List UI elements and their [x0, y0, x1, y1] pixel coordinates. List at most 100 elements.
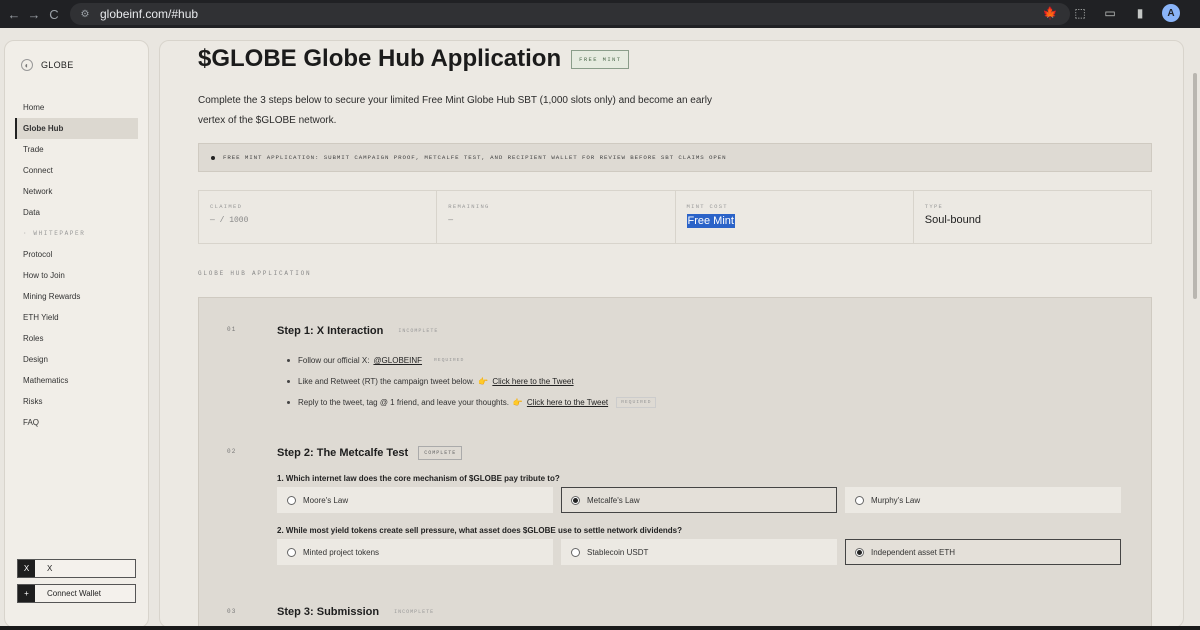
radio-selected-icon[interactable]: [571, 495, 580, 505]
intro-text: Complete the 3 steps below to secure you…: [198, 95, 712, 126]
task-text: Like and Retweet (RT) the campaign tweet…: [298, 377, 475, 386]
stat-label: REMAINING: [448, 203, 490, 210]
bullet-dot-icon: [287, 380, 290, 383]
option-moores-law[interactable]: Moore's Law: [277, 487, 553, 513]
status-badge: INCOMPLETE: [398, 328, 439, 334]
option-label: Murphy's Law: [871, 495, 921, 505]
stat-remaining: REMAINING —: [437, 191, 676, 243]
sidebar-item-data[interactable]: Data: [15, 202, 138, 223]
x-logo-icon: X: [18, 560, 35, 577]
tweet-link[interactable]: Click here to the Tweet: [492, 377, 573, 386]
radio-icon[interactable]: [855, 495, 864, 505]
step-title: Step 2: The Metcalfe Test: [277, 447, 409, 459]
taskbar-edge: [0, 626, 1200, 630]
required-tag: REQUIRED: [434, 358, 465, 363]
step-1-tasks: Follow our official X: @GLOBEINF REQUIRE…: [287, 350, 657, 413]
connect-wallet-button[interactable]: + Connect Wallet: [17, 584, 136, 603]
sidebar-item-trade[interactable]: Trade: [15, 139, 138, 160]
sidebar-item-globe-hub[interactable]: Globe Hub: [15, 118, 138, 139]
task-retweet: Like and Retweet (RT) the campaign tweet…: [287, 371, 656, 392]
stat-label: CLAIMED: [210, 203, 243, 210]
required-tag: REQUIRED: [616, 397, 657, 408]
maple-leaf-extension-icon[interactable]: 🍁: [1042, 5, 1058, 21]
question-1-options: Moore's Law Metcalfe's Law Murphy's Law: [277, 487, 1121, 513]
notice-text: FREE MINT APPLICATION: SUBMIT CAMPAIGN P…: [223, 154, 727, 161]
section-label: GLOBE HUB APPLICATION: [198, 270, 312, 277]
extension-area: 🍁 ⬚ ▭ ▮ A: [1042, 4, 1180, 22]
option-label: Moore's Law: [303, 495, 349, 505]
status-badge: INCOMPLETE: [394, 609, 435, 615]
page-title: $GLOBE Globe Hub Application: [198, 45, 562, 72]
application-panel: 01 Step 1: X Interaction INCOMPLETE Foll…: [198, 297, 1152, 626]
step-title: Step 1: X Interaction: [277, 325, 384, 337]
sidebar-item-connect[interactable]: Connect: [15, 160, 138, 181]
free-mint-badge: FREE MINT: [571, 49, 630, 69]
globeinf-x-link[interactable]: @GLOBEINF: [373, 356, 422, 365]
tweet-reply-link[interactable]: Click here to the Tweet: [527, 398, 608, 407]
sidebar-section-whitepaper: · WHITEPAPER: [23, 230, 86, 237]
sidebar-item-faq[interactable]: FAQ: [15, 412, 138, 433]
status-badge: COMPLETE: [418, 446, 463, 460]
back-arrow-icon[interactable]: ←: [4, 4, 24, 24]
reload-icon[interactable]: C: [44, 4, 64, 24]
sidebar-item-network[interactable]: Network: [15, 181, 138, 202]
notice-banner: FREE MINT APPLICATION: SUBMIT CAMPAIGN P…: [198, 143, 1152, 172]
step-2-header: Step 2: The Metcalfe Test COMPLETE: [277, 446, 463, 460]
step-number: 03: [227, 608, 237, 615]
option-stablecoin-usdt[interactable]: Stablecoin USDT: [561, 539, 837, 565]
step-number: 01: [227, 326, 237, 333]
step-title: Step 3: Submission: [277, 606, 380, 618]
side-panel-icon[interactable]: ▭: [1102, 5, 1118, 21]
sidebar-item-home[interactable]: Home: [15, 97, 138, 118]
forward-arrow-icon[interactable]: →: [24, 4, 44, 24]
x-link-button[interactable]: X X: [17, 559, 136, 578]
sidebar-item-protocol[interactable]: Protocol: [15, 244, 138, 265]
page-scrollbar[interactable]: [1193, 73, 1197, 299]
browser-toolbar: ← → C ⚙ globeinf.com/#hub ☆ 🍁 ⬚ ▭ ▮ A: [0, 0, 1200, 28]
extensions-puzzle-icon[interactable]: ⬚: [1072, 5, 1088, 21]
option-label: Independent asset ETH: [871, 547, 956, 557]
brand[interactable]: ◐ GLOBE: [21, 59, 74, 71]
sidebar-item-design[interactable]: Design: [15, 349, 138, 370]
option-label: Metcalfe's Law: [587, 495, 640, 505]
stat-value: — / 1000: [210, 216, 249, 225]
option-murphys-law[interactable]: Murphy's Law: [845, 487, 1121, 513]
stat-label: TYPE: [924, 203, 944, 210]
title-row: $GLOBE Globe Hub Application FREE MINT: [198, 45, 630, 73]
brand-name: GLOBE: [41, 60, 74, 70]
radio-icon[interactable]: [287, 495, 296, 505]
connect-wallet-label: Connect Wallet: [47, 589, 101, 598]
stat-value: Soul-bound: [924, 214, 982, 226]
site-settings-icon[interactable]: ⚙: [78, 7, 92, 21]
address-bar[interactable]: ⚙ globeinf.com/#hub ☆: [70, 3, 1070, 25]
option-minted-project-tokens[interactable]: Minted project tokens: [277, 539, 553, 565]
sidebar-item-mathematics[interactable]: Mathematics: [15, 370, 138, 391]
sidebar-item-mining-rewards[interactable]: Mining Rewards: [15, 286, 138, 307]
radio-icon[interactable]: [571, 547, 580, 557]
sidebar-item-roles[interactable]: Roles: [15, 328, 138, 349]
stat-value-selected: Free Mint: [686, 214, 735, 228]
radio-icon[interactable]: [287, 547, 296, 557]
bullet-dot-icon: [287, 401, 290, 404]
step-1-header: Step 1: X Interaction INCOMPLETE: [277, 325, 443, 337]
task-text: Follow our official X:: [298, 356, 370, 365]
option-metcalfes-law[interactable]: Metcalfe's Law: [561, 487, 837, 513]
bullet-dot-icon: [287, 359, 290, 362]
sidebar-item-risks[interactable]: Risks: [15, 391, 138, 412]
sidebar-item-how-to-join[interactable]: How to Join: [15, 265, 138, 286]
task-follow: Follow our official X: @GLOBEINF REQUIRE…: [287, 350, 656, 371]
url-text[interactable]: globeinf.com/#hub: [100, 7, 198, 21]
question-2-options: Minted project tokens Stablecoin USDT In…: [277, 539, 1121, 565]
sidebar-item-eth-yield[interactable]: ETH Yield: [15, 307, 138, 328]
pointing-hand-icon: 👉: [512, 398, 523, 407]
page-content: ◐ GLOBE Home Globe Hub Trade Connect Net…: [0, 28, 1200, 626]
bullet-dot-icon: [211, 155, 215, 160]
main-panel: $GLOBE Globe Hub Application FREE MINT C…: [159, 40, 1184, 626]
option-independent-asset-eth[interactable]: Independent asset ETH: [845, 539, 1121, 565]
profile-avatar[interactable]: A: [1162, 4, 1180, 22]
radio-selected-icon[interactable]: [855, 547, 864, 557]
question-2: 2. While most yield tokens create sell p…: [277, 526, 683, 535]
stat-claimed: CLAIMED — / 1000: [199, 191, 438, 243]
step-number: 02: [227, 448, 237, 455]
plus-icon: +: [18, 585, 35, 602]
